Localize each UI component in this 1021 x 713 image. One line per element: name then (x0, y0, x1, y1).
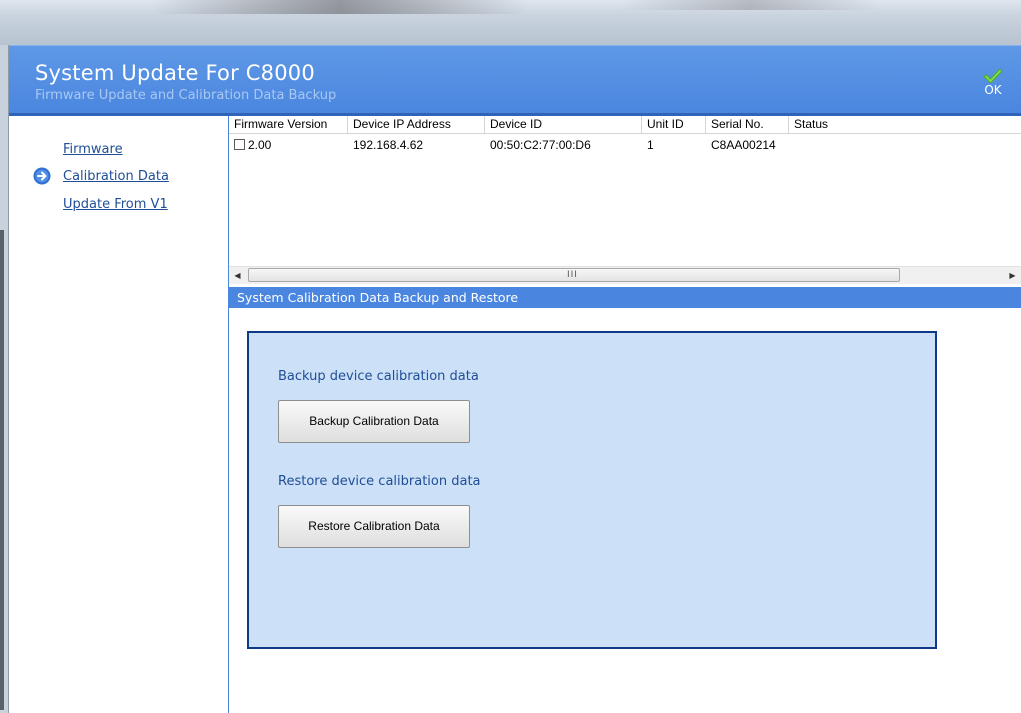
scroll-right-icon[interactable]: ▶ (1004, 267, 1021, 284)
column-header-unit-id[interactable]: Unit ID (642, 116, 706, 133)
section-title: System Calibration Data Backup and Resto… (229, 287, 1021, 308)
app-header: System Update For C8000 Firmware Update … (9, 45, 1021, 114)
scrollbar-grip: III (567, 270, 578, 280)
window-frame-left-shadow (0, 230, 4, 710)
device-table: Firmware Version Device IP Address Devic… (229, 116, 1021, 266)
page-title: System Update For C8000 (35, 61, 315, 85)
title-bar-shadow (150, 0, 530, 14)
calibration-panel: Backup device calibration data Backup Ca… (247, 331, 937, 649)
cell-status (789, 136, 1021, 154)
app-window: System Update For C8000 Firmware Update … (9, 45, 1021, 713)
column-header-serial-no[interactable]: Serial No. (706, 116, 789, 133)
cell-serial-no: C8AA00214 (711, 138, 776, 152)
table-header: Firmware Version Device IP Address Devic… (229, 116, 1021, 134)
scroll-left-icon[interactable]: ◀ (229, 267, 246, 284)
sidebar-item-update-from-v1[interactable]: Update From V1 (63, 197, 168, 212)
table-row[interactable]: 2.00 192.168.4.62 00:50:C2:77:00:D6 1 C8… (229, 136, 1021, 154)
scrollbar-thumb[interactable]: III (248, 268, 900, 282)
arrow-right-circle-icon (33, 167, 51, 185)
backup-calibration-button[interactable]: Backup Calibration Data (278, 400, 470, 443)
column-header-device-ip[interactable]: Device IP Address (348, 116, 485, 133)
cell-device-id: 00:50:C2:77:00:D6 (490, 138, 591, 152)
page-subtitle: Firmware Update and Calibration Data Bac… (35, 88, 337, 103)
column-header-firmware-version[interactable]: Firmware Version (229, 116, 348, 133)
restore-label: Restore device calibration data (278, 474, 481, 489)
backup-label: Backup device calibration data (278, 369, 479, 384)
sidebar-item-calibration-data[interactable]: Calibration Data (63, 169, 169, 184)
ok-button[interactable]: OK (979, 68, 1007, 102)
sidebar: Firmware Calibration Data Update From V1 (9, 116, 229, 713)
column-header-device-id[interactable]: Device ID (485, 116, 642, 133)
cell-firmware-version: 2.00 (248, 138, 272, 152)
column-header-status[interactable]: Status (789, 116, 1021, 133)
cell-device-ip: 192.168.4.62 (353, 138, 424, 152)
window-title-bar (0, 0, 1021, 45)
horizontal-scrollbar[interactable]: ◀ III ▶ (229, 266, 1021, 284)
check-icon (984, 69, 1002, 83)
restore-calibration-button[interactable]: Restore Calibration Data (278, 505, 470, 548)
sidebar-item-firmware[interactable]: Firmware (63, 142, 123, 157)
ok-label: OK (984, 83, 1002, 97)
cell-unit-id: 1 (647, 138, 654, 152)
title-bar-shadow-2 (620, 0, 880, 10)
